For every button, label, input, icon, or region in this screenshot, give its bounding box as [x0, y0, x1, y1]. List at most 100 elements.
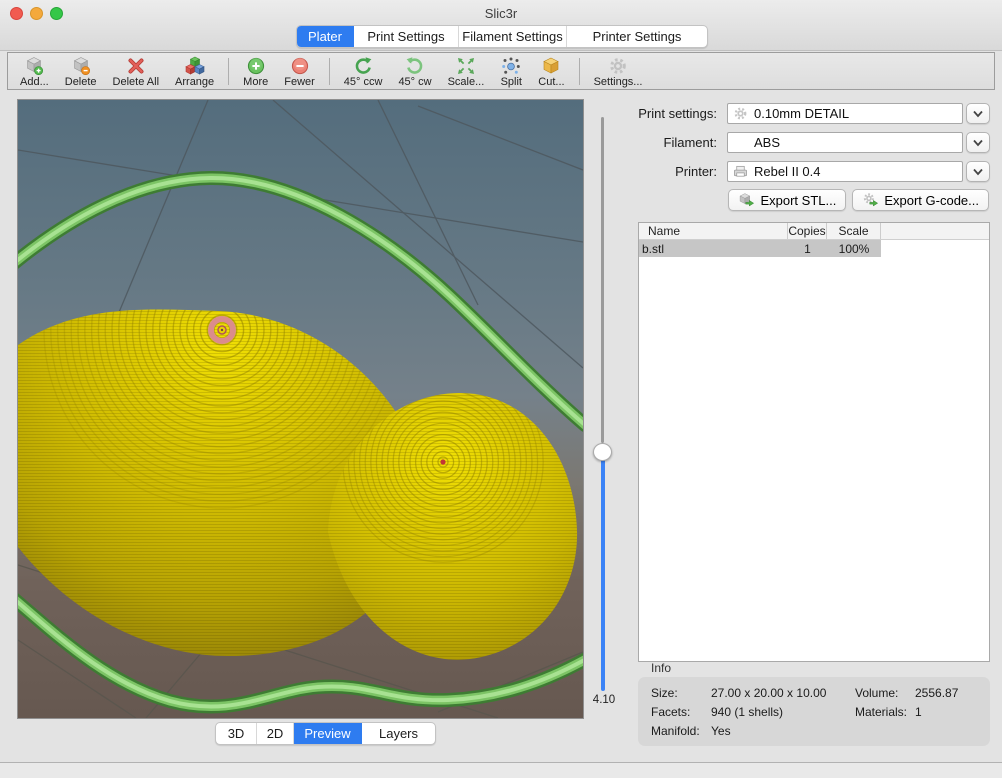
filament-label: Filament:	[557, 135, 717, 150]
tab-printer-settings[interactable]: Printer Settings	[567, 26, 707, 47]
chevron-down-icon	[972, 168, 984, 176]
fewer-copies-icon	[289, 56, 311, 76]
export-stl-icon	[738, 192, 755, 208]
toolbar-item-label: More	[243, 76, 268, 88]
settings-button[interactable]: Settings...	[586, 53, 651, 89]
export-gcode-icon	[862, 192, 879, 208]
chevron-down-icon	[972, 110, 984, 118]
view-tab-bar: 3D 2D Preview Layers	[215, 722, 436, 745]
delete-button[interactable]: Delete	[57, 53, 105, 89]
size-label: Size:	[651, 686, 678, 700]
manifold-label: Manifold:	[651, 724, 700, 738]
toolbar-item-label: Delete All	[113, 76, 159, 88]
table-row-selected[interactable]: b.stl 1 100%	[639, 240, 881, 257]
viewport-3d[interactable]	[17, 99, 584, 719]
seam-dot	[440, 459, 445, 464]
info-panel: Size: 27.00 x 20.00 x 10.00 Volume: 2556…	[638, 677, 990, 746]
cut-icon	[540, 56, 562, 76]
toolbar-item-label: Cut...	[538, 76, 564, 88]
printer-select[interactable]: Rebel II 0.4	[727, 161, 963, 182]
object-name-cell: b.stl	[639, 242, 788, 256]
size-value: 27.00 x 20.00 x 10.00	[711, 686, 826, 700]
rotate-ccw-icon	[352, 56, 374, 76]
tab-filament-settings[interactable]: Filament Settings	[459, 26, 567, 47]
volume-label: Volume:	[855, 686, 898, 700]
object-list: Name Copies Scale b.stl 1 100%	[638, 222, 990, 662]
toolbar-item-label: 45° cw	[398, 76, 431, 88]
tab-plater[interactable]: Plater	[297, 26, 354, 47]
facets-value: 940 (1 shells)	[711, 705, 783, 719]
filament-value: ABS	[754, 135, 780, 150]
rotate-cw-button[interactable]: 45° cw	[390, 53, 439, 89]
toolbar-item-label: Add...	[20, 76, 49, 88]
toolbar-item-label: Fewer	[284, 76, 315, 88]
tab-print-settings[interactable]: Print Settings	[354, 26, 459, 47]
print-settings-label: Print settings:	[557, 106, 717, 121]
toolbar-item-label: Settings...	[594, 76, 643, 88]
toolbar-item-label: 45° ccw	[344, 76, 383, 88]
plater-toolbar: Add... Delete Delete All	[7, 52, 995, 90]
export-stl-label: Export STL...	[760, 193, 836, 208]
layer-slider-thumb[interactable]	[593, 443, 612, 461]
arrange-button[interactable]: Arrange	[167, 53, 222, 89]
print-settings-value: 0.10mm DETAIL	[754, 106, 849, 121]
view-tab-3d[interactable]: 3D	[216, 723, 257, 744]
toolbar-separator	[579, 58, 580, 85]
rotate-ccw-button[interactable]: 45° ccw	[336, 53, 391, 89]
split-icon	[500, 56, 522, 76]
split-button[interactable]: Split	[492, 53, 530, 89]
scale-button[interactable]: Scale...	[440, 53, 493, 89]
materials-value: 1	[915, 705, 922, 719]
printer-value: Rebel II 0.4	[754, 164, 821, 179]
filament-icon-placeholder	[733, 135, 748, 150]
column-header-filler	[881, 223, 989, 239]
arrange-icon	[184, 56, 206, 76]
add-button[interactable]: Add...	[12, 53, 57, 89]
export-stl-button[interactable]: Export STL...	[728, 189, 846, 211]
layer-slider-value: 4.10	[584, 694, 624, 706]
title-bar: Slic3r Plater Print Settings Filament Se…	[0, 0, 1002, 51]
toolbar-separator	[329, 58, 330, 85]
info-panel-title: Info	[651, 661, 671, 675]
window-title: Slic3r	[0, 6, 1002, 21]
layer-slider-fill[interactable]	[601, 455, 605, 691]
view-tab-layers[interactable]: Layers	[362, 723, 435, 744]
fewer-button[interactable]: Fewer	[276, 53, 323, 89]
delete-all-icon	[125, 56, 147, 76]
print-preview-scene	[18, 100, 583, 718]
cut-button[interactable]: Cut...	[530, 53, 572, 89]
column-header-scale[interactable]: Scale	[827, 223, 881, 239]
more-button[interactable]: More	[235, 53, 276, 89]
scale-icon	[455, 56, 477, 76]
view-tab-preview[interactable]: Preview	[294, 723, 362, 744]
toolbar-item-label: Scale...	[448, 76, 485, 88]
print-settings-dropdown-button[interactable]	[966, 103, 990, 124]
filament-select[interactable]: ABS	[727, 132, 963, 153]
print-settings-select[interactable]: 0.10mm DETAIL	[727, 103, 963, 124]
manifold-value: Yes	[711, 724, 731, 738]
delete-all-button[interactable]: Delete All	[105, 53, 167, 89]
printer-icon	[733, 164, 748, 179]
printer-label: Printer:	[557, 164, 717, 179]
view-tab-2d[interactable]: 2D	[257, 723, 294, 744]
slic3r-window: Slic3r Plater Print Settings Filament Se…	[0, 0, 1002, 778]
toolbar-item-label: Split	[501, 76, 522, 88]
main-tab-bar: Plater Print Settings Filament Settings …	[296, 25, 708, 48]
add-object-icon	[23, 56, 45, 76]
printer-dropdown-button[interactable]	[966, 161, 990, 182]
status-bar	[0, 763, 1002, 778]
column-header-copies[interactable]: Copies	[788, 223, 827, 239]
toolbar-separator	[228, 58, 229, 85]
export-buttons-row: Export STL... Export G-code...	[640, 189, 989, 211]
export-gcode-label: Export G-code...	[884, 193, 979, 208]
toolbar-item-label: Delete	[65, 76, 97, 88]
delete-object-icon	[70, 56, 92, 76]
export-gcode-button[interactable]: Export G-code...	[852, 189, 989, 211]
toolbar-item-label: Arrange	[175, 76, 214, 88]
object-copies-cell: 1	[788, 242, 827, 256]
column-header-name[interactable]: Name	[639, 223, 788, 239]
settings-icon	[607, 56, 629, 76]
object-scale-cell: 100%	[827, 242, 881, 256]
facets-label: Facets:	[651, 705, 690, 719]
filament-dropdown-button[interactable]	[966, 132, 990, 153]
